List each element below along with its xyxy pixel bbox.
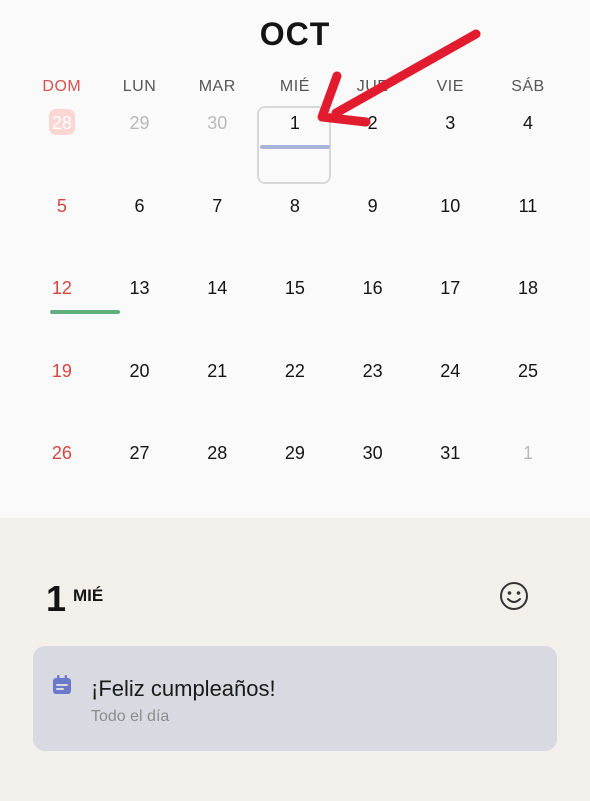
day-cell[interactable]: 18 (489, 269, 567, 352)
day-cell[interactable]: 17 (411, 269, 489, 352)
month-title[interactable]: OCT (0, 16, 590, 53)
day-number: 21 (207, 360, 228, 381)
day-cell[interactable]: 14 (178, 269, 256, 352)
day-number: 18 (517, 278, 538, 298)
event-card[interactable]: ¡Feliz cumpleaños! Todo el día (33, 646, 557, 751)
weekday-mon: LUN (122, 78, 157, 95)
day-number: 3 (445, 113, 456, 133)
day-cell[interactable]: 7 (178, 187, 256, 270)
day-number: 28 (51, 113, 72, 133)
day-number: 27 (129, 443, 150, 463)
day-cell[interactable]: 8 (256, 187, 334, 270)
weekday-sat: SÁB (511, 78, 545, 95)
day-cell[interactable]: 10 (411, 187, 489, 270)
calendar-month-view: OCT DOM LUN MAR MIÉ JUE VIE SÁB 28 29 30… (0, 0, 590, 518)
week-row: 5 6 7 8 9 10 11 (23, 187, 567, 270)
day-cell[interactable]: 31 (411, 434, 489, 517)
day-cell[interactable]: 22 (256, 352, 334, 435)
day-number: 20 (129, 360, 150, 381)
day-cell-selected[interactable]: 1 (256, 104, 334, 187)
day-cell[interactable]: 2 (334, 104, 412, 187)
day-number: 30 (362, 443, 383, 463)
day-number: 2 (367, 113, 378, 133)
weekday-sun: DOM (42, 78, 82, 95)
weekday-thu: JUE (356, 78, 389, 95)
day-cell[interactable]: 9 (334, 187, 412, 270)
day-number: 6 (134, 195, 145, 216)
selected-day-weekday: MIÉ (73, 586, 104, 605)
day-number: 29 (284, 443, 305, 463)
day-number: 9 (367, 195, 378, 216)
day-number: 16 (362, 278, 383, 298)
day-cell[interactable]: 28 (178, 434, 256, 517)
day-number: 23 (362, 360, 383, 381)
weekday-tue: MAR (198, 78, 236, 95)
weekday-fri: VIE (436, 78, 464, 95)
day-cell[interactable]: 30 (334, 434, 412, 517)
week-row: 28 29 30 1 2 3 4 (23, 104, 567, 187)
day-number: 10 (440, 195, 461, 216)
day-number: 28 (207, 443, 228, 463)
smile-icon[interactable] (498, 580, 530, 612)
day-cell[interactable]: 15 (256, 269, 334, 352)
day-number: 1 (289, 113, 300, 133)
day-cell[interactable]: 16 (334, 269, 412, 352)
day-number: 30 (207, 113, 228, 133)
day-number: 19 (51, 360, 72, 381)
day-number: 29 (129, 113, 150, 133)
day-number: 12 (51, 278, 72, 298)
day-number: 24 (440, 360, 461, 381)
day-number: 11 (518, 195, 538, 216)
day-number: 14 (207, 278, 228, 298)
event-subtitle: Todo el día (91, 708, 170, 725)
day-cell[interactable]: 25 (489, 352, 567, 435)
calendar-icon (53, 675, 71, 694)
event-title: ¡Feliz cumpleaños! (91, 676, 276, 701)
weekday-wed: MIÉ (279, 78, 310, 95)
day-cell[interactable]: 6 (101, 187, 179, 270)
day-cell[interactable]: 20 (101, 352, 179, 435)
day-cell[interactable]: 28 (23, 104, 101, 187)
day-detail-panel: 1 MIÉ ¡Feliz cumpleaños! Todo el día (0, 518, 590, 801)
day-number: 25 (517, 360, 538, 381)
event-indicator (260, 145, 331, 149)
day-cell[interactable]: 29 (101, 104, 179, 187)
day-cell[interactable]: 19 (23, 352, 101, 435)
holiday-indicator (50, 310, 120, 314)
day-cell[interactable]: 24 (411, 352, 489, 435)
day-number: 7 (212, 195, 223, 216)
week-row: 19 20 21 22 23 24 25 (23, 352, 567, 435)
day-cell[interactable]: 26 (23, 434, 101, 517)
selected-day-number: 1 (46, 578, 67, 619)
day-number: 22 (284, 360, 305, 381)
day-cell[interactable]: 21 (178, 352, 256, 435)
day-number: 8 (289, 195, 300, 216)
day-number: 5 (56, 195, 67, 216)
day-cell[interactable]: 1 (489, 434, 567, 517)
day-cell[interactable]: 30 (178, 104, 256, 187)
day-cell[interactable]: 5 (23, 187, 101, 270)
day-cell[interactable]: 3 (411, 104, 489, 187)
day-number: 13 (129, 278, 150, 298)
week-row: 26 27 28 29 30 31 1 (23, 434, 567, 517)
day-cell[interactable]: 23 (334, 352, 412, 435)
day-number: 15 (284, 278, 305, 298)
day-number: 26 (51, 443, 72, 463)
day-grid: 28 29 30 1 2 3 4 5 6 7 8 9 10 11 12 13 1… (23, 104, 567, 517)
day-cell[interactable]: 4 (489, 104, 567, 187)
weekday-header: DOM LUN MAR MIÉ JUE VIE SÁB (23, 78, 567, 96)
day-cell[interactable]: 29 (256, 434, 334, 517)
day-number: 1 (522, 443, 533, 463)
day-number: 4 (522, 113, 533, 133)
day-number: 31 (440, 443, 461, 463)
day-cell[interactable]: 27 (101, 434, 179, 517)
day-number: 17 (440, 278, 461, 298)
day-cell[interactable]: 11 (489, 187, 567, 270)
